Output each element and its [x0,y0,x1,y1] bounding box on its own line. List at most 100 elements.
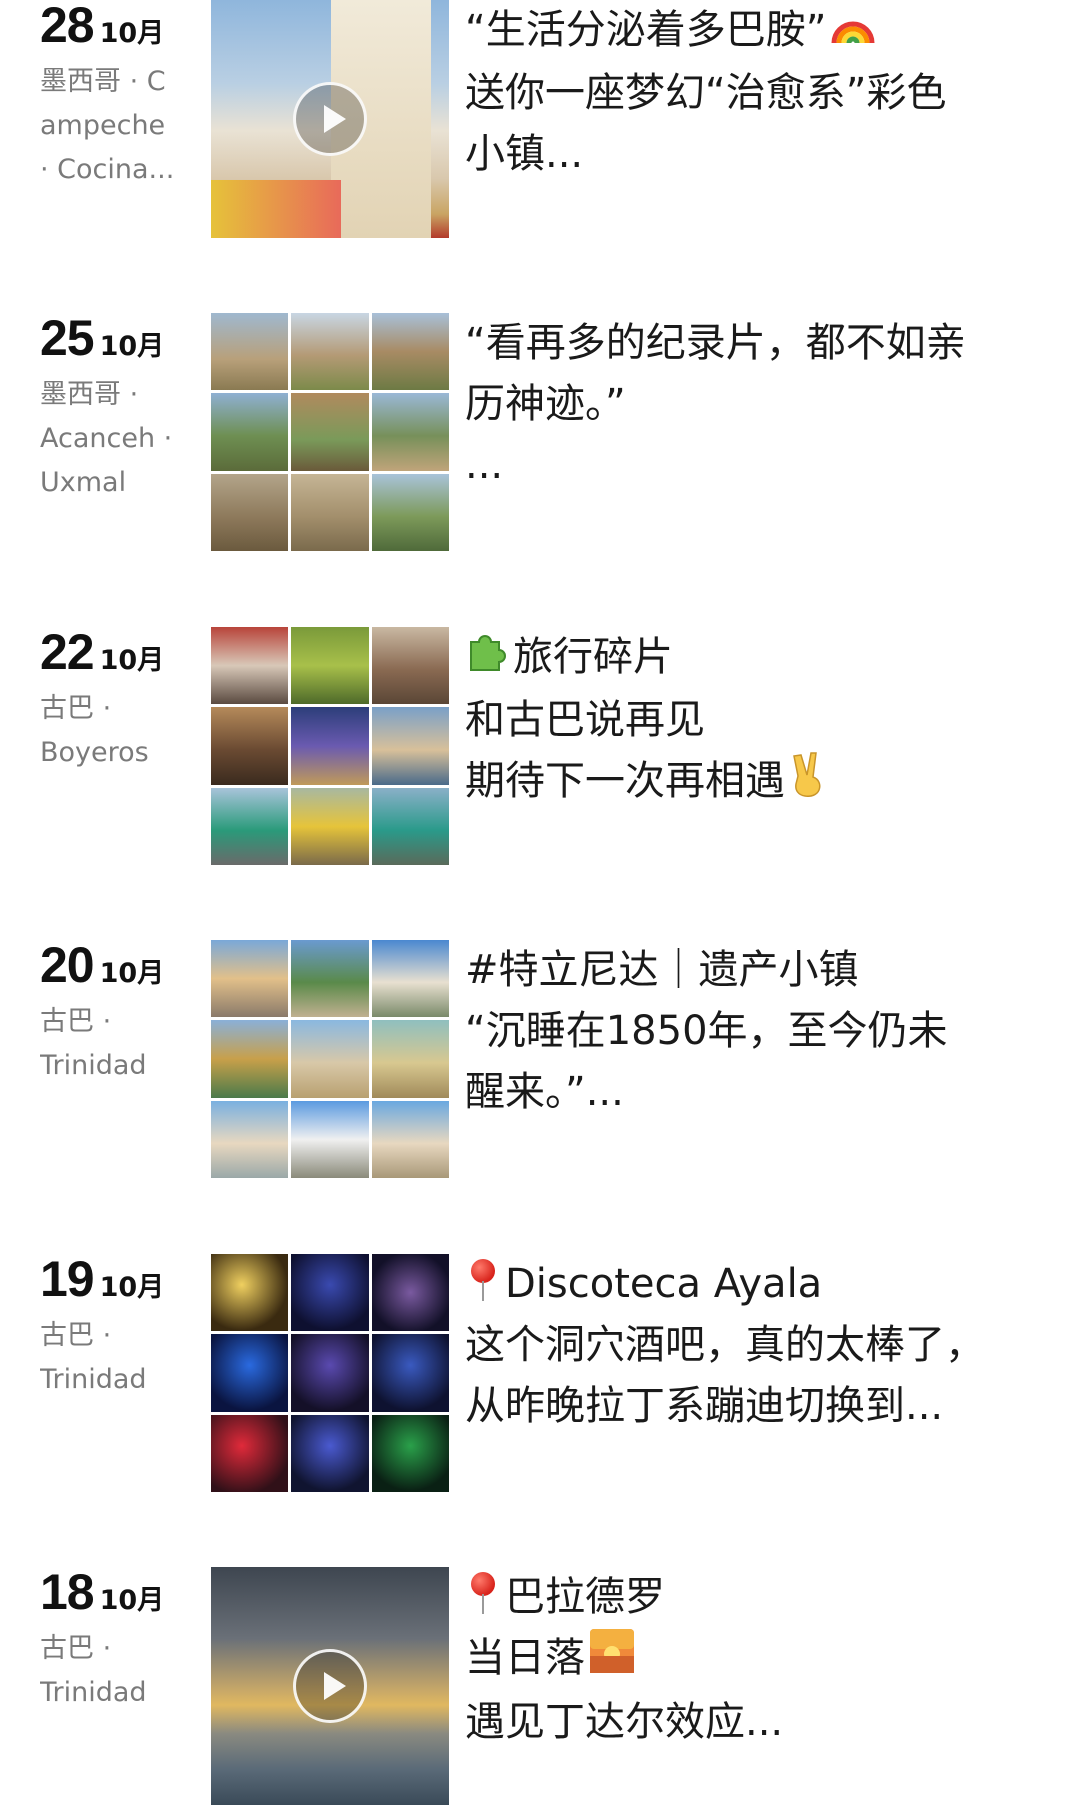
photo-cell[interactable] [291,1334,369,1412]
photo-cell[interactable] [211,473,289,551]
post-text[interactable]: 旅行碎片 和古巴说再见 期待下一次再相遇 [465,627,1065,815]
location-line: Trinidad [40,1050,147,1081]
moments-feed: 28 10月 墨西哥 · C ampeche · Cocina... “生活分泌… [0,0,1080,1810]
post-text-line: 巴拉德罗 [505,1574,665,1620]
photo-cell[interactable] [211,1414,289,1492]
location-line: Uxmal [40,467,127,498]
location-line: Acanceh · [40,423,173,454]
play-icon[interactable] [293,82,367,156]
post-image-grid[interactable] [211,1254,449,1492]
post-month: 10月 [99,1585,165,1616]
post-location[interactable]: 墨西哥 · C ampeche · Cocina... [40,60,190,192]
post-date-block: 18 10月 古巴 · Trinidad [40,1567,190,1715]
post-month: 10月 [99,331,165,362]
location-line: 古巴 · [40,1633,112,1664]
photo-cell[interactable] [211,1254,289,1332]
post-text-line: “生活分泌着多巴胺” [465,7,827,53]
post-item[interactable]: 25 10月 墨西哥 · Acanceh · Uxmal “看再多的纪录片，都不… [0,313,1080,553]
post-video-thumbnail[interactable] [211,1567,449,1805]
photo-cell[interactable] [211,1020,289,1098]
post-image-grid[interactable] [211,313,449,551]
post-month: 10月 [99,18,165,49]
post-text-line: Discoteca Ayala [505,1261,823,1307]
post-image-grid[interactable] [211,940,449,1178]
photo-cell[interactable] [291,313,369,391]
photo-cell[interactable] [371,940,449,1018]
location-line: 古巴 · [40,1320,112,1351]
post-location[interactable]: 古巴 · Trinidad [40,1314,190,1402]
photo-cell[interactable] [371,1334,449,1412]
location-line: · Cocina... [40,154,175,185]
location-line: Trinidad [40,1677,147,1708]
post-day: 18 [40,1564,95,1620]
post-text-line: 从昨晚拉丁系蹦迪切换到... [465,1383,944,1429]
photo-cell[interactable] [211,393,289,471]
post-video-thumbnail[interactable] [211,0,449,238]
photo-cell[interactable] [291,707,369,785]
post-date-block: 28 10月 墨西哥 · C ampeche · Cocina... [40,0,190,192]
post-text-line: 送你一座梦幻“治愈系”彩色 [465,69,947,116]
post-text-line: 遇见丁达尔效应... [465,1699,784,1745]
post-text-line: 当日落 [465,1635,585,1681]
photo-cell[interactable] [211,627,289,705]
photo-cell[interactable] [291,393,369,471]
photo-cell[interactable] [371,1100,449,1178]
photo-cell[interactable] [291,1100,369,1178]
post-item[interactable]: 19 10月 古巴 · Trinidad Discoteca Ayala 这个洞… [0,1254,1080,1494]
post-month: 10月 [99,1272,165,1303]
photo-cell[interactable] [291,473,369,551]
photo-cell[interactable] [291,1254,369,1332]
post-location[interactable]: 古巴 · Trinidad [40,1000,190,1088]
post-text-line: “沉睡在1850年，至今仍未 [465,1008,948,1054]
post-item[interactable]: 20 10月 古巴 · Trinidad #特立尼达｜遗产小镇 “沉睡在1850… [0,940,1080,1180]
photo-cell[interactable] [371,1020,449,1098]
post-text[interactable]: 巴拉德罗 当日落 遇见丁达尔效应... [465,1567,1065,1753]
photo-cell[interactable] [371,1254,449,1332]
photo-cell[interactable] [291,627,369,705]
photo-cell[interactable] [211,313,289,391]
post-item[interactable]: 22 10月 古巴 · Boyeros 旅行碎片 和古巴说再见 期待下一次再相遇 [0,627,1080,867]
play-icon[interactable] [293,1649,367,1723]
photo-cell[interactable] [211,1334,289,1412]
photo-cell[interactable] [211,707,289,785]
post-date-block: 22 10月 古巴 · Boyeros [40,627,190,775]
photo-cell[interactable] [291,1020,369,1098]
photo-cell[interactable] [371,473,449,551]
post-month: 10月 [99,645,165,676]
post-date-block: 25 10月 墨西哥 · Acanceh · Uxmal [40,313,190,505]
post-location[interactable]: 古巴 · Boyeros [40,687,190,775]
post-text-line: “看再多的纪录片，都不如亲 [465,320,966,366]
location-line: 古巴 · [40,693,112,724]
location-line: 墨西哥 · [40,379,139,410]
photo-cell[interactable] [371,313,449,391]
post-day: 22 [40,624,95,680]
photo-cell[interactable] [371,707,449,785]
photo-cell[interactable] [291,1414,369,1492]
photo-cell[interactable] [371,787,449,865]
photo-cell[interactable] [291,940,369,1018]
location-line: Trinidad [40,1364,147,1395]
photo-cell[interactable] [371,1414,449,1492]
photo-cell[interactable] [371,627,449,705]
post-text-line: 这个洞穴酒吧，真的太棒了， [465,1322,985,1368]
post-text[interactable]: “生活分泌着多巴胺” 送你一座梦幻“治愈系”彩色 小镇... [465,0,1065,185]
photo-cell[interactable] [371,393,449,471]
post-text-line: 期待下一次再相遇 [465,758,785,804]
post-item[interactable]: 28 10月 墨西哥 · C ampeche · Cocina... “生活分泌… [0,0,1080,240]
photo-cell[interactable] [291,787,369,865]
post-text[interactable]: “看再多的纪录片，都不如亲 历神迹。” ... [465,313,1065,496]
post-text-line: 旅行碎片 [513,634,673,680]
post-day: 19 [40,1251,95,1307]
post-text[interactable]: Discoteca Ayala 这个洞穴酒吧，真的太棒了， 从昨晚拉丁系蹦迪切换… [465,1254,1065,1437]
post-location[interactable]: 古巴 · Trinidad [40,1627,190,1715]
location-line: 古巴 · [40,1006,112,1037]
photo-cell[interactable] [211,787,289,865]
post-image-grid[interactable] [211,627,449,865]
post-text[interactable]: #特立尼达｜遗产小镇 “沉睡在1850年，至今仍未 醒来。”... [465,940,1065,1123]
photo-cell[interactable] [211,940,289,1018]
post-item[interactable]: 18 10月 古巴 · Trinidad 巴拉德罗 当日落 遇见丁达尔效应... [0,1567,1080,1807]
photo-cell[interactable] [211,1100,289,1178]
post-text-line: 小镇... [465,130,584,177]
location-line: 墨西哥 · C [40,66,166,97]
post-location[interactable]: 墨西哥 · Acanceh · Uxmal [40,373,190,505]
